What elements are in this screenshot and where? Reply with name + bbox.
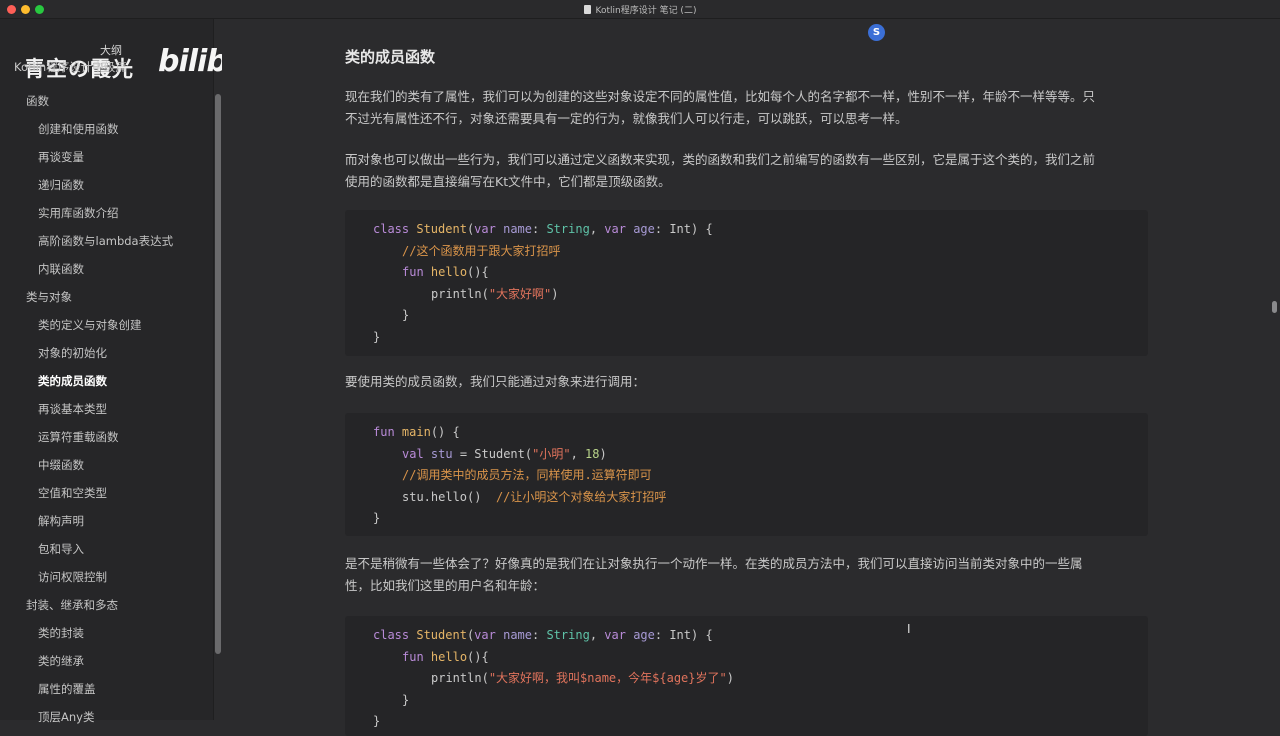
outline-title[interactable]: Kotlin程序设计中级篇 [14,59,127,75]
outline-item[interactable]: 创建和使用函数 [0,115,213,143]
outline-item[interactable]: 解构声明 [0,507,213,535]
outline-item[interactable]: 对象的初始化 [0,339,213,367]
outline-item[interactable]: 类的继承 [0,647,213,675]
outline-item[interactable]: 封装、继承和多态 [0,591,213,619]
paragraph-3: 要使用类的成员函数，我们只能通过对象来进行调用： [345,374,646,389]
outline-sidebar: 大纲 青空の霞光 bilibili Kotlin程序设计中级篇 函数 创建和使用函… [0,19,256,724]
outline-item[interactable]: 访问权限控制 [0,563,213,591]
code-block-1[interactable]: class Student(var name: String, var age:… [345,210,1148,356]
outline-item[interactable]: 类的成员函数 [0,367,213,395]
outline-item[interactable]: 实用库函数介绍 [0,199,213,227]
outline-item[interactable]: 包和导入 [0,535,213,563]
editor-scrollbar[interactable] [1272,301,1277,313]
outline-item[interactable]: 递归函数 [0,171,213,199]
outline-item[interactable]: 运算符重载函数 [0,423,213,451]
minimize-window-button[interactable] [21,5,30,14]
outline-item[interactable]: 空值和空类型 [0,479,213,507]
editor-area: S 类的成员函数 现在我们的类有了属性，我们可以为创建的这些对象设定不同的属性值… [222,19,1280,736]
code-block-2[interactable]: fun main() { val stu = Student("小明", 18)… [345,413,1148,536]
outline-item[interactable]: 函数 [0,87,213,115]
outline-item[interactable]: 内联函数 [0,255,213,283]
sync-icon[interactable]: S [868,24,885,41]
close-window-button[interactable] [7,5,16,14]
outline-list: 函数 创建和使用函数 再谈变量 递归函数 实用库函数介绍 高阶函数与lambda表达式 内联… [0,87,213,731]
zoom-window-button[interactable] [35,5,44,14]
outline-item[interactable]: 顶层Any类 [0,703,213,731]
paragraph-1-line-2: 不过光有属性还不行，对象还需要具有一定的行为，就像我们人可以行走，可以跳跃，可以… [345,111,908,126]
outline-item[interactable]: 类与对象 [0,283,213,311]
paragraph-2-line-1: 而对象也可以做出一些行为，我们可以通过定义函数来实现，类的函数和我们之前编写的函… [345,152,1096,167]
outline-item[interactable]: 再谈基本类型 [0,395,213,423]
paragraph-4-line-1: 是不是稍微有一些体会了？好像真的是我们在让对象执行一个动作一样。在类的成员方法中… [345,556,1083,571]
paragraph-1-line-1: 现在我们的类有了属性，我们可以为创建的这些对象设定不同的属性值，比如每个人的名字… [345,89,1096,104]
window-title: Kotlin程序设计 笔记 (二) [595,5,697,16]
text-cursor-icon: I [907,622,911,636]
paragraph-2-line-2: 使用的函数都是直接编写在Kt文件中，它们都是顶级函数。 [345,174,671,189]
outline-item[interactable]: 中缀函数 [0,451,213,479]
section-heading: 类的成员函数 [345,48,436,66]
outline-item[interactable]: 类的定义与对象创建 [0,311,213,339]
title-bar: Kotlin程序设计 笔记 (二) [0,0,1280,19]
paragraph-4: 是不是稍微有一些体会了？好像真的是我们在让对象执行一个动作一样。在类的成员方法中… [345,553,1148,597]
outline-item[interactable]: 高阶函数与lambda表达式 [0,227,213,255]
paragraph-1: 现在我们的类有了属性，我们可以为创建的这些对象设定不同的属性值，比如每个人的名字… [345,86,1148,130]
sidebar-scrollbar[interactable] [215,94,221,654]
paragraph-2: 而对象也可以做出一些行为，我们可以通过定义函数来实现，类的函数和我们之前编写的函… [345,149,1148,193]
document-icon [583,4,591,14]
outline-item[interactable]: 属性的覆盖 [0,675,213,703]
window-controls [7,5,44,14]
paragraph-4-line-2: 性，比如我们这里的用户名和年龄： [345,578,546,593]
code-block-3[interactable]: class Student(var name: String, var age:… [345,616,1148,736]
outline-item[interactable]: 类的封装 [0,619,213,647]
outline-item[interactable]: 再谈变量 [0,143,213,171]
